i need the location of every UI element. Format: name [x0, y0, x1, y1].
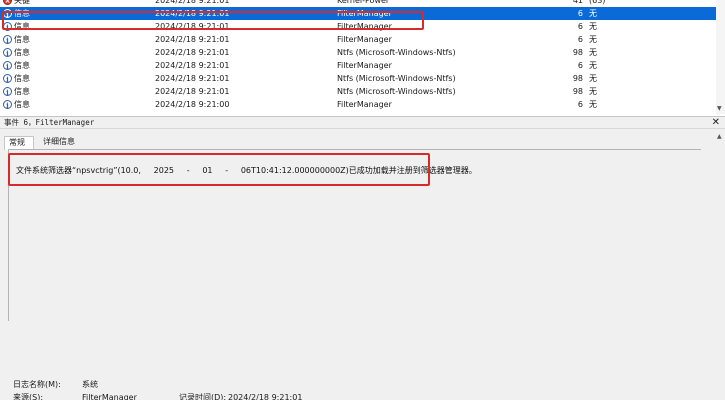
- level-icon-cell: ×: [3, 0, 13, 7]
- tab-general[interactable]: 常规: [4, 136, 34, 150]
- task-category-cell: 无: [589, 87, 597, 96]
- task-category-cell: 无: [589, 61, 597, 70]
- event-id-cell: 98: [572, 87, 583, 96]
- source-cell: Kernel-Power: [337, 0, 390, 5]
- event-id-cell: 41: [572, 0, 583, 5]
- level-icon-cell: i: [3, 72, 13, 85]
- date-cell: 2024/2/18 9:21:00: [155, 100, 230, 109]
- level-icon-cell: i: [3, 46, 13, 59]
- info-icon: i: [3, 87, 12, 97]
- event-row[interactable]: i 信息 2024/2/18 9:21:00 FilterManager 6 无: [0, 98, 716, 111]
- detail-scrollbar[interactable]: ▲: [716, 130, 725, 400]
- level-cell: 信息: [14, 74, 30, 83]
- scroll-down-arrow-icon[interactable]: ▼: [717, 105, 722, 112]
- level-cell: 信息: [14, 61, 30, 70]
- level-icon-cell: i: [3, 7, 13, 20]
- list-scrollbar[interactable]: ▼: [716, 0, 725, 114]
- event-list[interactable]: × 关键 2024/2/18 9:21:01 Kernel-Power 41 (63) i 信…: [0, 0, 725, 116]
- task-category-cell: 无: [589, 48, 597, 57]
- level-cell: 信息: [14, 87, 30, 96]
- date-cell: 2024/2/18 9:21:01: [155, 61, 230, 70]
- source-value: FilterManager: [82, 393, 137, 400]
- event-row[interactable]: i 信息 2024/2/18 9:21:01 FilterManager 6 无: [0, 7, 716, 20]
- task-category-cell: 无: [589, 35, 597, 44]
- critical-icon: ×: [3, 0, 12, 5]
- info-icon: i: [3, 35, 12, 45]
- date-cell: 2024/2/18 9:21:01: [155, 22, 230, 31]
- date-cell: 2024/2/18 9:21:01: [155, 48, 230, 57]
- log-name-label: 日志名称(M):: [13, 380, 61, 389]
- event-row[interactable]: i 信息 2024/2/18 9:21:01 Ntfs (Microsoft-Wind…: [0, 85, 716, 98]
- level-cell: 信息: [14, 35, 30, 44]
- detail-title: 事件 6，FilterManager: [4, 118, 95, 127]
- task-category-cell: 无: [589, 22, 597, 31]
- date-cell: 2024/2/18 9:21:01: [155, 74, 230, 83]
- logged-value: 2024/2/18 9:21:01: [228, 393, 303, 400]
- event-row[interactable]: i 信息 2024/2/18 9:21:01 FilterManager 6 无: [0, 20, 716, 33]
- level-cell: 信息: [14, 22, 30, 31]
- task-category-cell: 无: [589, 9, 597, 18]
- event-id-cell: 6: [577, 22, 583, 31]
- date-cell: 2024/2/18 9:21:01: [155, 87, 230, 96]
- level-cell: 信息: [14, 100, 30, 109]
- info-icon: i: [3, 74, 12, 84]
- date-cell: 2024/2/18 9:21:01: [155, 9, 230, 18]
- info-icon: i: [3, 9, 12, 19]
- date-cell: 2024/2/18 9:21:01: [155, 0, 230, 5]
- source-cell: FilterManager: [337, 9, 392, 18]
- level-cell: 关键: [14, 0, 30, 5]
- info-icon: i: [3, 61, 12, 71]
- message-box[interactable]: 文件系统筛选器“npsvctrig”(10.0, 2025 - 01 - 06T…: [8, 149, 701, 321]
- event-message: 文件系统筛选器“npsvctrig”(10.0, 2025 - 01 - 06T…: [16, 166, 477, 175]
- level-cell: 信息: [14, 9, 30, 18]
- task-category-cell: 无: [589, 100, 597, 109]
- detail-header: 事件 6，FilterManager ✕: [0, 117, 725, 129]
- level-icon-cell: i: [3, 59, 13, 72]
- level-icon-cell: i: [3, 85, 13, 98]
- event-row[interactable]: i 信息 2024/2/18 9:21:01 Ntfs (Microsoft-Wind…: [0, 72, 716, 85]
- tab-details[interactable]: 详细信息: [39, 136, 79, 150]
- source-cell: FilterManager: [337, 100, 392, 109]
- date-cell: 2024/2/18 9:21:01: [155, 35, 230, 44]
- level-cell: 信息: [14, 48, 30, 57]
- source-cell: Ntfs (Microsoft-Windows-Ntfs): [337, 48, 456, 57]
- info-icon: i: [3, 22, 12, 32]
- event-id-cell: 6: [577, 100, 583, 109]
- event-id-cell: 6: [577, 35, 583, 44]
- event-row[interactable]: × 关键 2024/2/18 9:21:01 Kernel-Power 41 (63): [0, 0, 716, 7]
- source-cell: FilterManager: [337, 61, 392, 70]
- event-row[interactable]: i 信息 2024/2/18 9:21:01 Ntfs (Microsoft-Wind…: [0, 46, 716, 59]
- close-icon[interactable]: ✕: [712, 117, 720, 128]
- info-icon: i: [3, 48, 12, 58]
- info-icon: i: [3, 100, 12, 110]
- level-icon-cell: i: [3, 98, 13, 111]
- source-cell: Ntfs (Microsoft-Windows-Ntfs): [337, 74, 456, 83]
- task-category-cell: 无: [589, 74, 597, 83]
- event-row[interactable]: i 信息 2024/2/18 9:21:01 FilterManager 6 无: [0, 59, 716, 72]
- source-cell: Ntfs (Microsoft-Windows-Ntfs): [337, 87, 456, 96]
- source-cell: FilterManager: [337, 22, 392, 31]
- event-detail-pane: 事件 6，FilterManager ✕ 常规 详细信息 文件系统筛选器“nps…: [0, 116, 725, 400]
- event-id-cell: 98: [572, 74, 583, 83]
- logged-label: 记录时间(D):: [179, 393, 227, 400]
- event-id-cell: 98: [572, 48, 583, 57]
- log-name-value: 系统: [82, 380, 98, 389]
- source-cell: FilterManager: [337, 35, 392, 44]
- task-category-cell: (63): [589, 0, 606, 5]
- level-icon-cell: i: [3, 20, 13, 33]
- event-id-cell: 6: [577, 9, 583, 18]
- event-id-cell: 6: [577, 61, 583, 70]
- event-row[interactable]: i 信息 2024/2/18 9:21:01 FilterManager 6 无: [0, 33, 716, 46]
- source-label: 来源(S):: [13, 393, 44, 400]
- scroll-up-arrow-icon[interactable]: ▲: [717, 133, 722, 140]
- level-icon-cell: i: [3, 33, 13, 46]
